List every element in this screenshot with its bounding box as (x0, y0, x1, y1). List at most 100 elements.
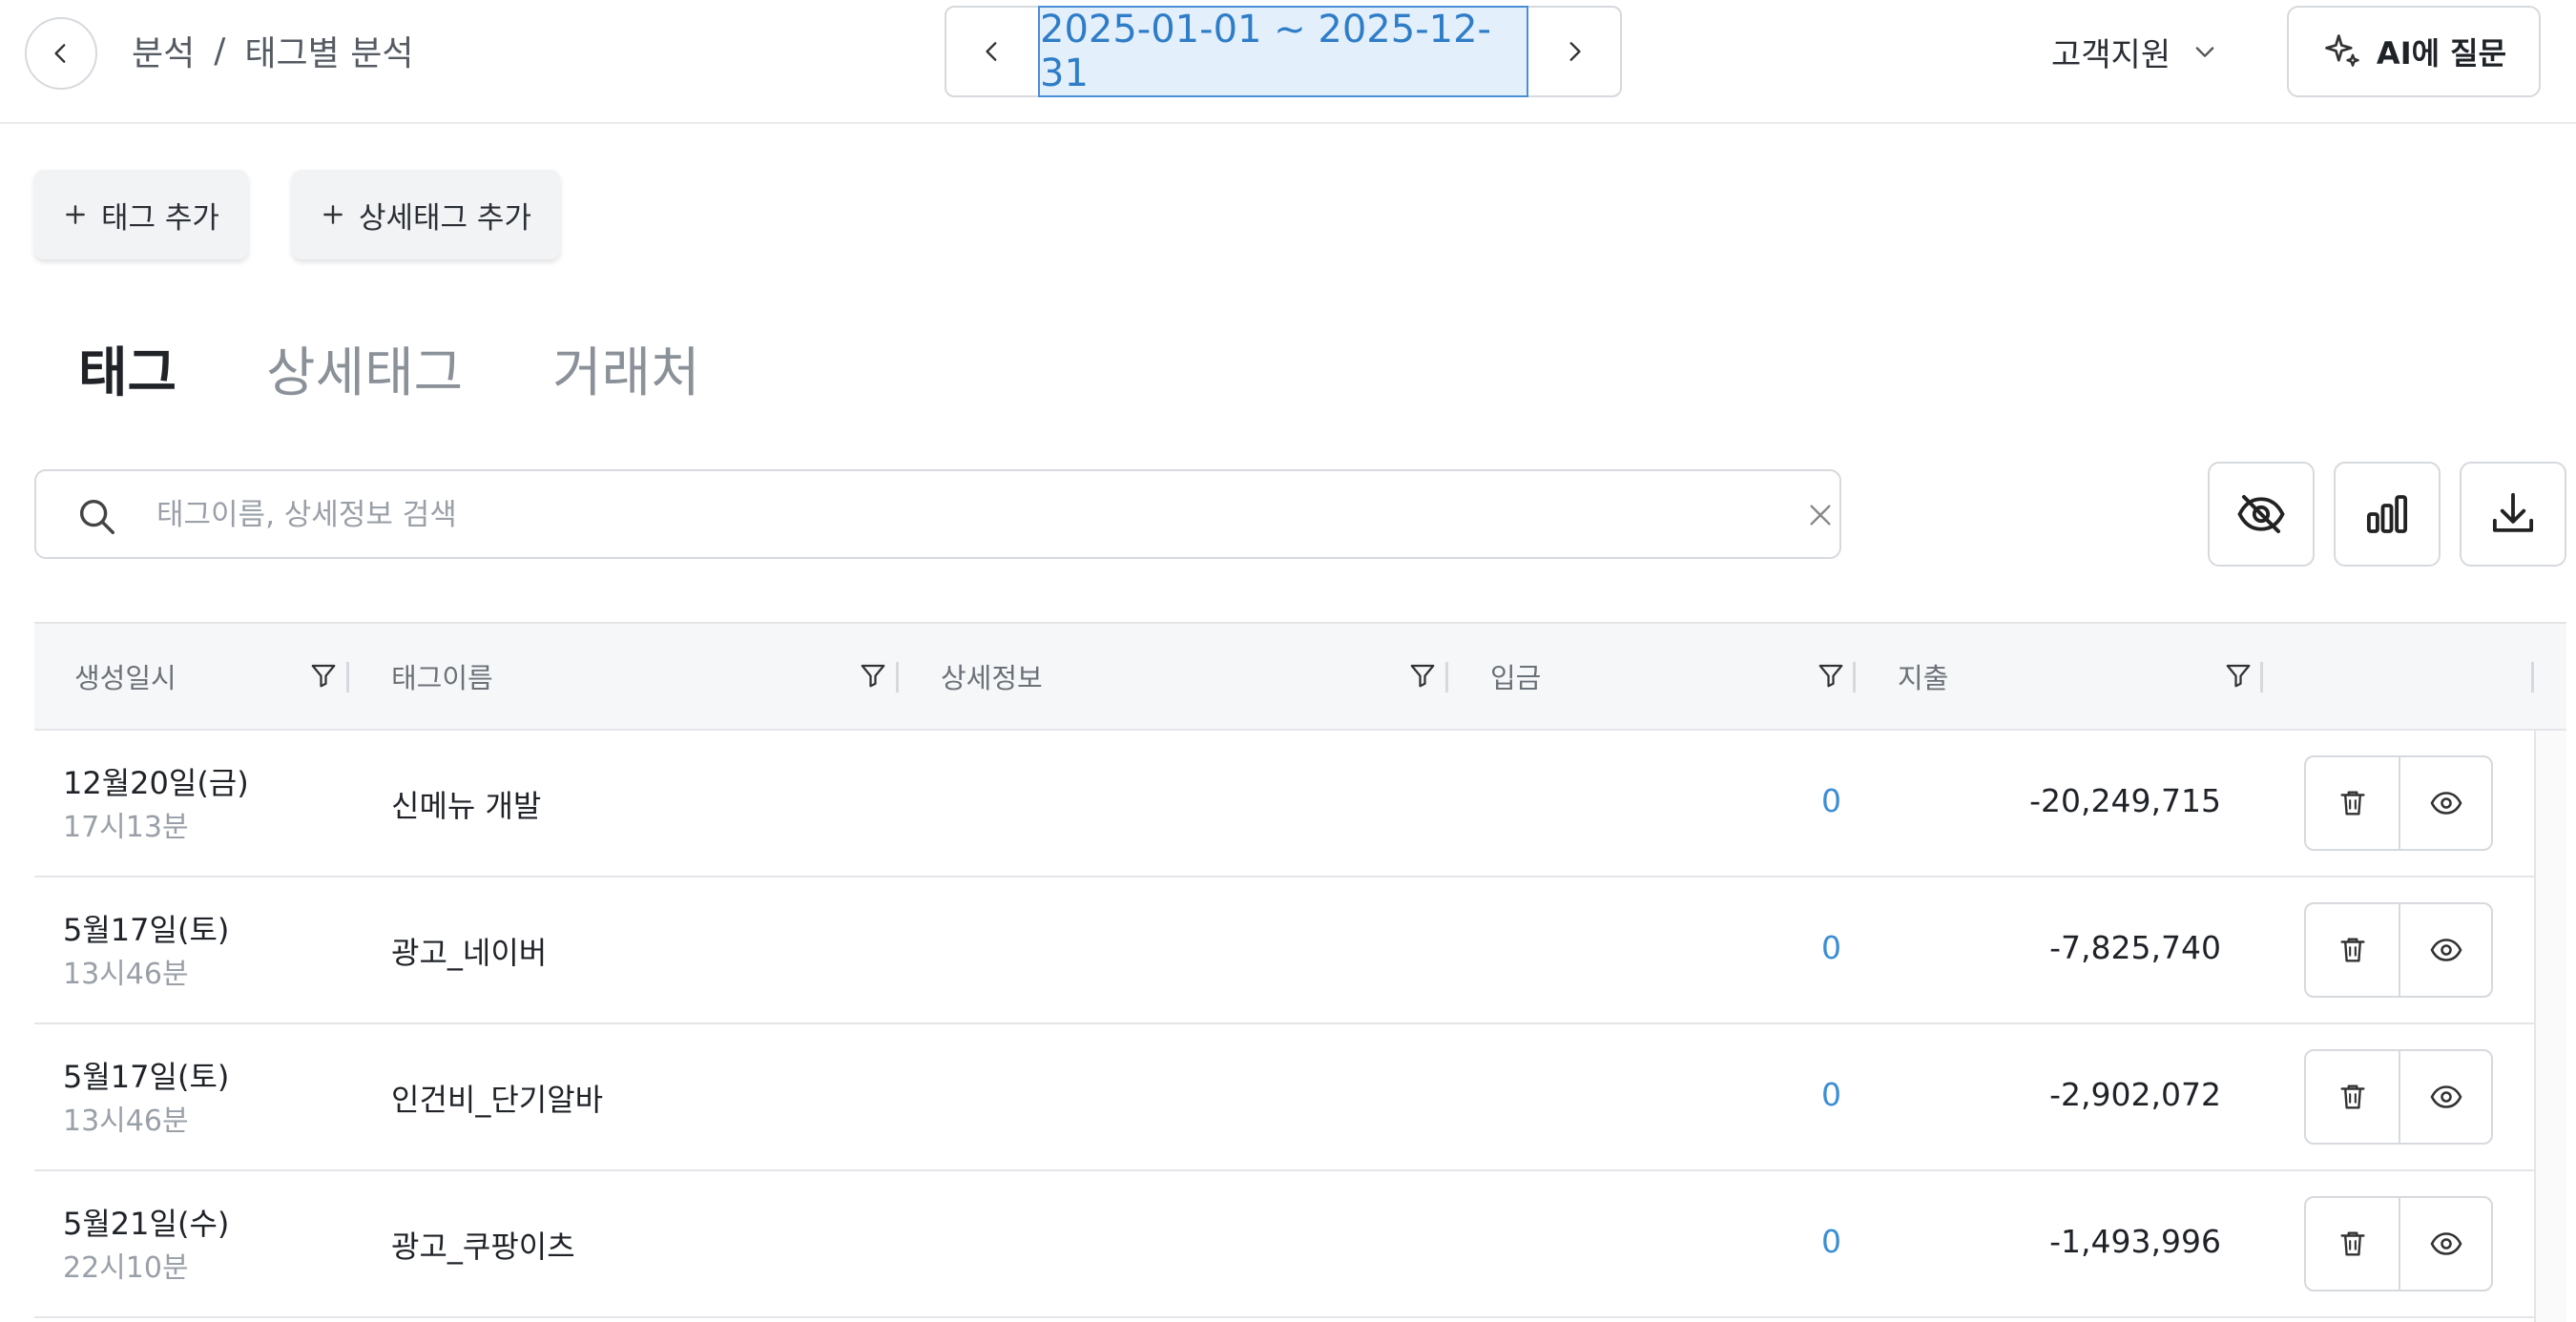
date-range-button[interactable]: 2025-01-01 ~ 2025-12-31 (1038, 6, 1528, 97)
filter-icon[interactable] (1817, 661, 1845, 690)
trash-icon (2337, 787, 2369, 819)
support-label: 고객지원 (2051, 35, 2171, 74)
column-detail: 상세정보 (941, 624, 1475, 729)
trash-icon (2337, 1081, 2369, 1113)
search-input[interactable] (156, 488, 1778, 542)
row-deposit: 0 (1821, 782, 1841, 819)
table-row[interactable]: 5월17일(토) 13시46분 인건비_단기알바 0 -2,902,072 (34, 1024, 2534, 1171)
add-detail-tag-button[interactable]: 상세태그 추가 (292, 170, 560, 259)
breadcrumb-separator: / (214, 31, 226, 71)
tab-detail-tag[interactable]: 상세태그 (266, 330, 463, 406)
table-scrollbar[interactable] (2534, 731, 2566, 1322)
row-time: 13시46분 (63, 958, 189, 991)
row-tag-name: 광고_쿠팡이츠 (391, 1229, 575, 1265)
trash-icon (2337, 934, 2369, 966)
eye-icon (2429, 1227, 2463, 1261)
row-deposit: 0 (1821, 1076, 1841, 1113)
delete-button[interactable] (2306, 1051, 2399, 1143)
row-date: 5월21일(수) (63, 1206, 230, 1242)
column-expense: 지출 (1898, 624, 2270, 729)
view-button[interactable] (2399, 1198, 2491, 1290)
back-button[interactable] (25, 17, 97, 90)
eye-icon (2429, 786, 2463, 820)
column-divider[interactable] (346, 662, 349, 692)
filter-icon[interactable] (2224, 661, 2253, 690)
table-row[interactable]: 12월20일(금) 17시13분 신메뉴 개발 0 -20,249,715 (34, 731, 2534, 878)
next-period-button[interactable] (1528, 8, 1620, 95)
column-label: 상세정보 (941, 662, 1043, 694)
breadcrumb: 분석 / 태그별 분석 (132, 27, 413, 74)
column-label: 생성일시 (74, 662, 177, 694)
column-label: 지출 (1898, 662, 1949, 694)
close-icon[interactable] (1805, 500, 1836, 530)
ai-question-button[interactable]: AI에 질문 (2287, 6, 2541, 97)
row-date: 12월20일(금) (63, 765, 249, 801)
chevron-down-icon (2192, 38, 2218, 65)
view-button[interactable] (2399, 904, 2491, 996)
row-expense: -20,249,715 (2029, 782, 2221, 819)
eye-off-icon (2235, 488, 2287, 540)
bar-chart-icon (2361, 488, 2413, 540)
column-created-at: 생성일시 (74, 624, 351, 729)
view-button[interactable] (2399, 1051, 2491, 1143)
delete-button[interactable] (2306, 1198, 2399, 1290)
column-divider[interactable] (896, 662, 899, 692)
chart-view-button[interactable] (2334, 462, 2441, 567)
download-icon (2487, 488, 2539, 540)
tab-vendor[interactable]: 거래처 (552, 330, 700, 406)
row-actions (2304, 1196, 2493, 1291)
tab-tag[interactable]: 태그 (78, 330, 177, 406)
top-header: 분석 / 태그별 분석 2025-01-01 ~ 2025-12-31 고객지원… (0, 0, 2576, 124)
search-bar (34, 469, 1841, 559)
column-divider[interactable] (1445, 662, 1448, 692)
plus-icon (63, 202, 88, 227)
tab-bar: 태그 상세태그 거래처 (78, 330, 700, 406)
delete-button[interactable] (2306, 904, 2399, 996)
row-expense: -1,493,996 (2049, 1223, 2221, 1260)
row-actions (2304, 1049, 2493, 1145)
row-actions (2304, 755, 2493, 851)
eye-icon (2429, 1080, 2463, 1114)
filter-icon[interactable] (309, 661, 338, 690)
table-header: 생성일시 태그이름 상세정보 입금 지출 (34, 622, 2566, 731)
row-expense: -2,902,072 (2049, 1076, 2221, 1113)
column-deposit: 입금 (1490, 624, 1862, 729)
row-deposit: 0 (1821, 929, 1841, 966)
download-button[interactable] (2460, 462, 2566, 567)
row-expense: -7,825,740 (2049, 929, 2221, 966)
delete-button[interactable] (2306, 757, 2399, 849)
column-divider[interactable] (2260, 662, 2263, 692)
ai-label: AI에 질문 (2376, 35, 2507, 72)
column-divider[interactable] (2531, 662, 2534, 692)
table-row[interactable]: 5월17일(토) 13시46분 광고_네이버 0 -7,825,740 (34, 878, 2534, 1024)
date-range-picker: 2025-01-01 ~ 2025-12-31 (945, 6, 1622, 97)
table-row[interactable]: 5월21일(수) 22시10분 광고_쿠팡이츠 0 -1,493,996 (34, 1171, 2534, 1318)
prev-period-button[interactable] (946, 8, 1038, 95)
hide-toggle-button[interactable] (2208, 462, 2315, 567)
tag-table: 생성일시 태그이름 상세정보 입금 지출 12월20일(금) 17시13분 신메… (34, 622, 2566, 1322)
add-tag-label: 태그 추가 (101, 200, 219, 236)
breadcrumb-parent[interactable]: 분석 (132, 26, 195, 75)
add-tag-button[interactable]: 태그 추가 (34, 170, 248, 259)
row-time: 13시46분 (63, 1105, 189, 1138)
chevron-left-icon (980, 39, 1005, 64)
column-divider[interactable] (1853, 662, 1856, 692)
row-tag-name: 광고_네이버 (391, 935, 548, 971)
search-icon (74, 494, 118, 538)
column-label: 태그이름 (391, 662, 493, 694)
support-dropdown[interactable]: 고객지원 (2051, 23, 2218, 80)
row-date: 5월17일(토) (63, 1059, 230, 1095)
sparkle-icon (2321, 31, 2363, 72)
column-label: 입금 (1490, 662, 1542, 694)
filter-icon[interactable] (859, 661, 887, 690)
breadcrumb-current: 태그별 분석 (244, 34, 414, 73)
column-tag-name: 태그이름 (391, 624, 925, 729)
chevron-right-icon (1562, 39, 1587, 64)
chevron-left-icon (49, 41, 73, 66)
row-date: 5월17일(토) (63, 912, 230, 948)
filter-icon[interactable] (1408, 661, 1437, 690)
view-button[interactable] (2399, 757, 2491, 849)
eye-icon (2429, 933, 2463, 967)
row-time: 22시10분 (63, 1251, 189, 1285)
row-deposit: 0 (1821, 1223, 1841, 1260)
